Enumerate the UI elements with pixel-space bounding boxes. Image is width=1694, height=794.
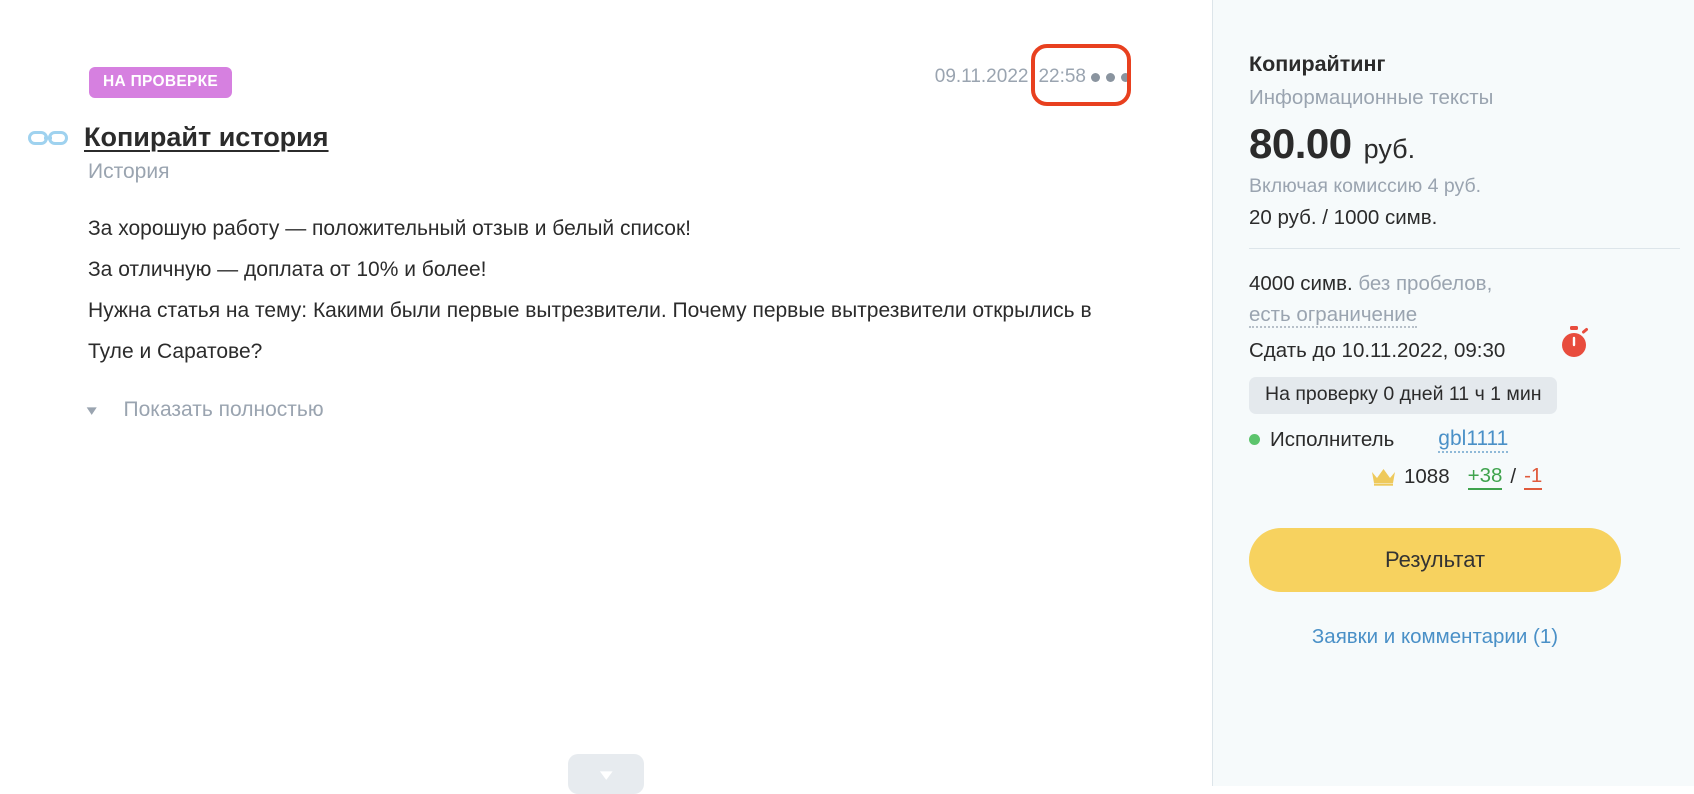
deadline-text: Сдать до 10.11.2022, 09:30 xyxy=(1249,339,1506,363)
dot-2 xyxy=(1106,73,1115,82)
deadline-row: Сдать до 10.11.2022, 09:30 xyxy=(1249,326,1684,363)
show-more-button[interactable]: ▾ Показать полностью xyxy=(86,398,324,422)
task-subtitle: История xyxy=(88,160,170,183)
task-description: За хорошую работу — положительный отзыв … xyxy=(88,208,1108,372)
task-description-line-1: За хорошую работу — положительный отзыв … xyxy=(88,217,692,240)
rate-per-1000: 20 руб. / 1000 симв. xyxy=(1249,206,1438,230)
price-currency: руб. xyxy=(1363,134,1416,165)
chevron-down-icon-bottom: ▾ xyxy=(599,764,613,784)
chevron-down-icon: ▾ xyxy=(86,401,97,419)
rating-value: 1088 xyxy=(1404,464,1450,488)
worker-rating-row: 1088 +38 / -1 xyxy=(1249,464,1684,490)
chain-link-icon xyxy=(26,128,70,148)
rating-separator: / xyxy=(1510,464,1517,488)
task-title-link[interactable]: Копирайт история xyxy=(84,122,329,153)
limit-link[interactable]: есть ограничение xyxy=(1249,303,1418,329)
dot-3 xyxy=(1121,73,1130,82)
show-more-label: Показать полностью xyxy=(123,398,324,421)
sidebar-category: Копирайтинг xyxy=(1249,52,1386,76)
price-row: 80.00 руб. xyxy=(1249,123,1684,165)
timer-icon xyxy=(1557,325,1591,359)
task-time: 22:58 xyxy=(1038,66,1086,87)
task-description-line-2: За отличную — доплата от 10% и более! xyxy=(88,258,487,281)
chars-requirement: 4000 симв. без пробелов, есть ограничени… xyxy=(1249,268,1684,330)
rating-negative[interactable]: -1 xyxy=(1524,464,1543,490)
dot-1 xyxy=(1091,73,1100,82)
chars-comma: , xyxy=(1486,272,1493,296)
comments-link[interactable]: Заявки и комментарии (1) xyxy=(1249,625,1621,649)
worker-profile-link[interactable]: gbl1111 xyxy=(1438,427,1509,453)
result-button[interactable]: Результат xyxy=(1249,527,1621,592)
task-sidebar-inner: Копирайтинг Информационные тексты 80.00 … xyxy=(1249,0,1684,649)
task-description-line-3: Нужна статья на тему: Какими были первые… xyxy=(88,299,1092,363)
chars-note: без пробелов xyxy=(1358,272,1487,296)
worker-row: Исполнитель gbl1111 xyxy=(1249,427,1684,453)
task-main-panel: НА ПРОВЕРКЕ 09.11.2022 22:58 Копирайт ис xyxy=(0,0,1212,794)
price-amount: 80.00 xyxy=(1249,120,1352,168)
task-date: 09.11.2022 xyxy=(934,66,1029,87)
task-datetime: 09.11.2022 22:58 xyxy=(935,66,1086,88)
sidebar-subcategory: Информационные тексты xyxy=(1249,85,1494,109)
commission-note: Включая комиссию 4 руб. xyxy=(1249,175,1482,198)
task-detail-page: НА ПРОВЕРКЕ 09.11.2022 22:58 Копирайт ис xyxy=(0,0,1694,794)
scroll-down-button[interactable]: ▾ xyxy=(568,754,644,794)
sidebar-divider xyxy=(1249,248,1680,250)
task-sidebar: Копирайтинг Информационные тексты 80.00 … xyxy=(1212,0,1694,786)
task-title-row: Копирайт история xyxy=(26,122,329,153)
more-options-icon[interactable] xyxy=(1091,73,1130,82)
crown-icon xyxy=(1371,467,1396,486)
rating-positive[interactable]: +38 xyxy=(1467,464,1503,490)
worker-label: Исполнитель xyxy=(1270,427,1395,451)
chars-value: 4000 симв. xyxy=(1249,272,1353,296)
review-timer-badge: На проверку 0 дней 11 ч 1 мин xyxy=(1249,377,1558,414)
online-status-dot-icon xyxy=(1249,434,1260,446)
status-badge: НА ПРОВЕРКЕ xyxy=(89,67,232,98)
